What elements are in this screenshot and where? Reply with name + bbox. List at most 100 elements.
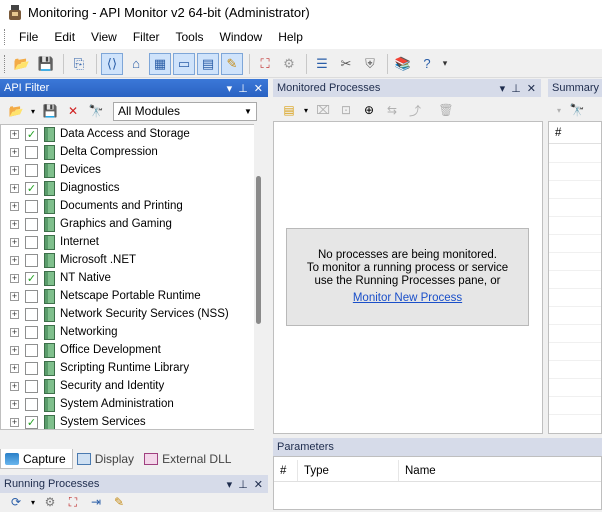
notes-icon[interactable]: ✎ xyxy=(221,52,243,75)
expand-icon[interactable]: + xyxy=(10,255,19,265)
refresh-icon[interactable]: ⟳ xyxy=(6,492,26,512)
delete-icon[interactable]: ✕ xyxy=(63,101,83,121)
menu-window[interactable]: Window xyxy=(214,28,269,46)
tree-item-checkbox[interactable] xyxy=(25,289,38,303)
tree-item-checkbox[interactable]: ✓ xyxy=(25,181,38,195)
module-select[interactable]: All Modules ▼ xyxy=(113,101,257,121)
window-split-icon[interactable]: ▤ xyxy=(197,52,219,75)
tree-item-checkbox[interactable] xyxy=(25,217,38,231)
monitor-process-icon[interactable]: ⛶ xyxy=(63,492,83,512)
parameters-col-type[interactable]: Type xyxy=(298,460,399,481)
expand-icon[interactable]: + xyxy=(10,309,19,319)
detach-icon[interactable]: ⇆ xyxy=(382,100,402,120)
window-icon[interactable]: ▭ xyxy=(173,52,195,75)
monitor-new-process-link[interactable]: Monitor New Process xyxy=(353,292,462,305)
menu-tools[interactable]: Tools xyxy=(170,28,210,46)
expand-icon[interactable]: + xyxy=(10,201,19,211)
open-icon[interactable]: 📂 xyxy=(11,53,33,75)
tree-item[interactable]: + Office Development xyxy=(1,341,229,359)
menu-edit[interactable]: Edit xyxy=(48,28,81,46)
tree-item[interactable]: + Documents and Printing xyxy=(1,197,229,215)
pin-icon[interactable]: ⊥ xyxy=(511,82,521,95)
tree-item-checkbox[interactable]: ✓ xyxy=(25,127,38,141)
expand-icon[interactable]: + xyxy=(10,165,19,175)
dropdown-arrow-icon[interactable]: ▾ xyxy=(29,492,37,512)
trash-icon[interactable]: 🗑 xyxy=(436,100,456,120)
expand-icon[interactable]: + xyxy=(10,291,19,301)
tree-item-checkbox[interactable] xyxy=(25,253,38,267)
close-icon[interactable]: ✕ xyxy=(254,82,263,95)
expand-icon[interactable]: + xyxy=(10,381,19,391)
tree-item[interactable]: + Delta Compression xyxy=(1,143,229,161)
pin-icon[interactable]: ⊥ xyxy=(238,82,248,95)
tree-item-checkbox[interactable]: ✓ xyxy=(25,415,38,429)
menu-view[interactable]: View xyxy=(85,28,123,46)
tab-display[interactable]: Display xyxy=(73,449,140,469)
expand-icon[interactable]: + xyxy=(10,237,19,247)
expand-icon[interactable]: + xyxy=(10,363,19,373)
expand-icon[interactable]: + xyxy=(10,345,19,355)
tree-item-checkbox[interactable] xyxy=(25,379,38,393)
tree-scrollbar-thumb[interactable] xyxy=(256,176,261,324)
tree-item-checkbox[interactable] xyxy=(25,235,38,249)
books-icon[interactable]: 📚 xyxy=(392,53,414,75)
tree-scrollbar[interactable] xyxy=(254,124,264,430)
tree-item[interactable]: + System Administration xyxy=(1,395,229,413)
open-filter-icon[interactable]: 📂 xyxy=(6,101,26,121)
shield-icon[interactable]: ⛨ xyxy=(359,53,381,75)
tree-item[interactable]: + Networking xyxy=(1,323,229,341)
tree-item[interactable]: + Internet xyxy=(1,233,229,251)
save-icon[interactable]: 💾 xyxy=(35,53,57,75)
dropdown-arrow-icon[interactable]: ▾ xyxy=(29,101,37,121)
tree-item[interactable]: + ✓ Data Access and Storage xyxy=(1,125,229,143)
tree-item-checkbox[interactable] xyxy=(25,325,38,339)
tree-item[interactable]: + Netscape Portable Runtime xyxy=(1,287,229,305)
close-icon[interactable]: ✕ xyxy=(527,82,536,95)
notes-icon[interactable]: ✎ xyxy=(109,492,129,512)
expand-icon[interactable]: + xyxy=(10,147,19,157)
tree-item[interactable]: + Devices xyxy=(1,161,229,179)
tree-item-checkbox[interactable] xyxy=(25,343,38,357)
menu-help[interactable]: Help xyxy=(272,28,309,46)
unhook-icon[interactable]: ⊡ xyxy=(336,100,356,120)
pane-menu-icon[interactable]: ▾ xyxy=(227,82,233,95)
tree-item[interactable]: + Network Security Services (NSS) xyxy=(1,305,229,323)
list-icon[interactable]: ☰ xyxy=(311,53,333,75)
process-icon[interactable]: ⚙ xyxy=(278,53,300,75)
summary-col-index[interactable]: # xyxy=(549,122,579,143)
new-process-icon[interactable]: ▤ xyxy=(279,100,299,120)
tools-icon[interactable]: ✂ xyxy=(335,53,357,75)
layout-icon[interactable]: ▦ xyxy=(149,52,171,75)
find-icon[interactable]: 🔭 xyxy=(567,100,587,120)
filter-icon[interactable]: ⌂ xyxy=(125,53,147,75)
save-filter-icon[interactable]: 💾 xyxy=(40,101,60,121)
expand-icon[interactable]: + xyxy=(10,399,19,409)
expand-icon[interactable]: + xyxy=(10,183,19,193)
tree-item[interactable]: + ✓ Diagnostics xyxy=(1,179,229,197)
parameters-col-name[interactable]: Name xyxy=(399,460,599,481)
tree-item-checkbox[interactable] xyxy=(25,397,38,411)
parameters-col-index[interactable]: # xyxy=(274,460,298,481)
tree-item[interactable]: + ✓ NT Native xyxy=(1,269,229,287)
tree-item-checkbox[interactable] xyxy=(25,307,38,321)
target-icon[interactable]: ⊕ xyxy=(359,100,379,120)
tree-item[interactable]: + Graphics and Gaming xyxy=(1,215,229,233)
expand-icon[interactable]: + xyxy=(10,129,19,139)
expand-icon[interactable]: + xyxy=(10,417,19,427)
summary-menu-icon[interactable]: ▾ xyxy=(554,100,564,120)
tree-item-checkbox[interactable] xyxy=(25,163,38,177)
tree-item[interactable]: + Microsoft .NET xyxy=(1,251,229,269)
pane-menu-icon[interactable]: ▾ xyxy=(500,82,506,95)
settings-icon[interactable]: ⚙ xyxy=(40,492,60,512)
tree-item-checkbox[interactable] xyxy=(25,199,38,213)
menu-filter[interactable]: Filter xyxy=(127,28,166,46)
tab-capture[interactable]: Capture xyxy=(0,449,73,469)
copy-icon[interactable]: ⎘ xyxy=(68,53,90,75)
tree-item[interactable]: + Security and Identity xyxy=(1,377,229,395)
capture-icon[interactable]: ⟨⟩ xyxy=(101,52,123,75)
tree-item[interactable]: + Scripting Runtime Library xyxy=(1,359,229,377)
tree-item[interactable]: + ✓ System Services xyxy=(1,413,229,429)
monitor-icon[interactable]: ⛶ xyxy=(254,53,276,75)
close-icon[interactable]: ✕ xyxy=(254,478,263,491)
menu-file[interactable]: File xyxy=(13,28,44,46)
